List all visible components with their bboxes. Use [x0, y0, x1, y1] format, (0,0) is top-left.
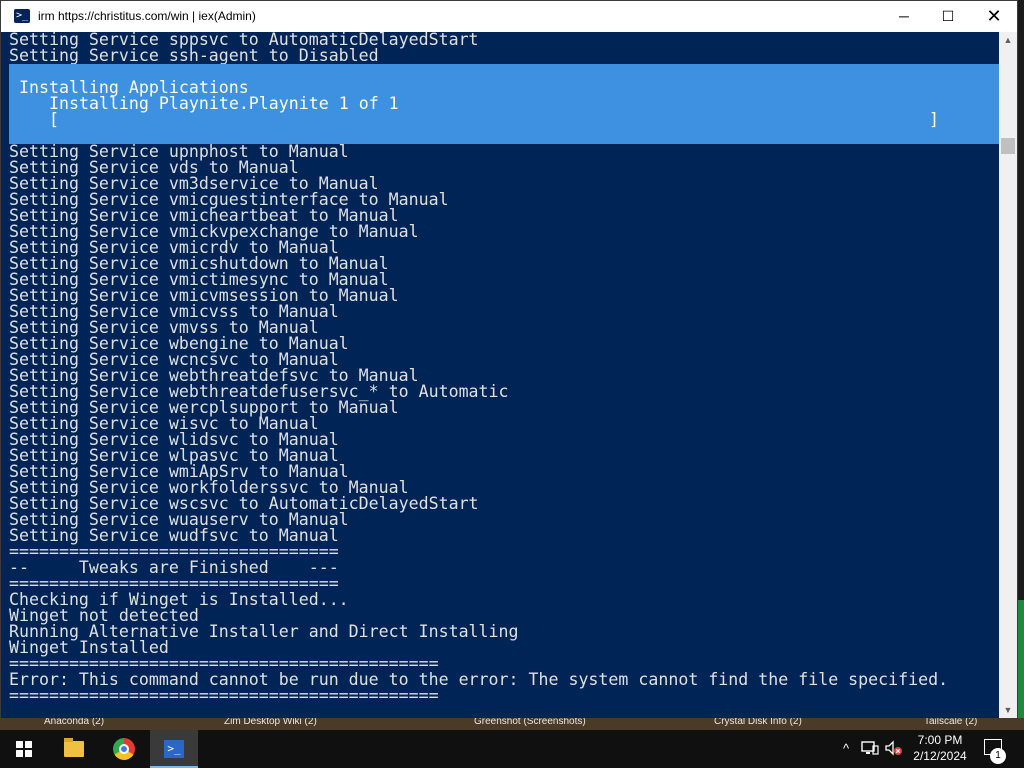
clock[interactable]: 7:00 PM 2/12/2024	[900, 732, 980, 764]
notification-count-badge: 1	[990, 748, 1006, 764]
windows-logo-icon	[16, 741, 32, 757]
start-button[interactable]	[0, 730, 48, 768]
taskbar-file-explorer[interactable]	[50, 730, 98, 768]
clock-date: 2/12/2024	[913, 749, 967, 763]
minimize-button[interactable]: ─	[881, 1, 927, 32]
desktop-icon-label[interactable]: Anaconda (2)	[44, 718, 104, 727]
progress-status: Installing Playnite.Playnite 1 of 1	[49, 94, 399, 113]
scroll-thumb[interactable]	[1001, 138, 1015, 154]
scroll-down-icon[interactable]: ▼	[999, 702, 1017, 718]
taskbar-chrome[interactable]	[100, 730, 148, 768]
desktop-wallpaper-edge	[1018, 600, 1024, 718]
progress-panel: Installing Applications Installing Playn…	[9, 64, 999, 144]
powershell-window: >_ irm https://christitus.com/win | iex(…	[0, 0, 1018, 718]
desktop-icon-label[interactable]: Zim Desktop Wiki (2)	[224, 718, 317, 727]
clock-time: 7:00 PM	[917, 733, 963, 747]
taskbar-powershell[interactable]: >_	[150, 730, 198, 768]
maximize-button[interactable]: ☐	[925, 1, 971, 32]
console-line: Setting Service ssh-agent to Disabled	[9, 46, 379, 65]
taskbar: >_ ^ 7:00 PM 2/12/2024 1	[0, 730, 1024, 768]
window-title: irm https://christitus.com/win | iex(Adm…	[38, 9, 256, 23]
desktop-icon-label[interactable]: Greenshot (Screenshots)	[474, 718, 586, 727]
close-button[interactable]: ✕	[971, 1, 1017, 32]
desktop-icon-label[interactable]: Tailscale (2)	[924, 718, 977, 727]
progress-bar-close: ]	[929, 110, 939, 129]
network-icon[interactable]	[860, 740, 880, 761]
vertical-scrollbar[interactable]: ▲ ▼	[999, 32, 1017, 718]
show-hidden-icons-chevron-icon[interactable]: ^	[838, 740, 854, 758]
console-line: ========================================…	[9, 686, 439, 705]
console-output[interactable]: Setting Service sppsvc to AutomaticDelay…	[1, 32, 1001, 718]
chrome-icon	[113, 738, 135, 760]
desktop-background: Anaconda (2) Zim Desktop Wiki (2) Greens…	[0, 718, 1024, 730]
folder-icon	[64, 738, 84, 757]
powershell-icon: >_	[14, 9, 30, 23]
powershell-icon: >_	[164, 740, 184, 758]
progress-bar-open: [	[49, 110, 59, 129]
desktop-icon-label[interactable]: Crystal Disk Info (2)	[714, 718, 802, 727]
title-bar[interactable]: >_ irm https://christitus.com/win | iex(…	[1, 1, 1017, 32]
scroll-up-icon[interactable]: ▲	[999, 32, 1017, 48]
